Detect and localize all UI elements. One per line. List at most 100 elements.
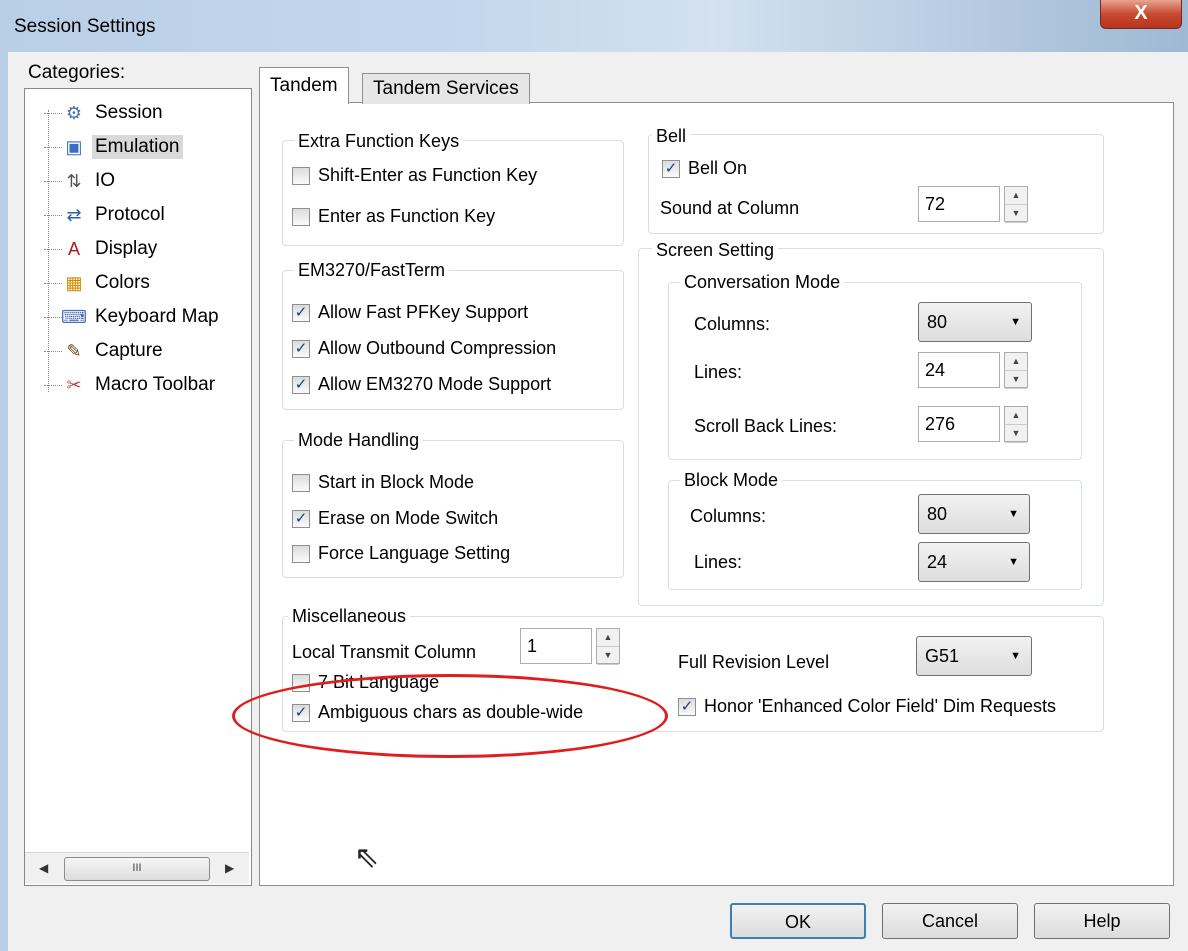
checkbox-box[interactable]: ✓ xyxy=(292,375,310,394)
checkbox-force-language[interactable]: Force Language Setting xyxy=(292,543,510,564)
checkbox-box[interactable]: ✓ xyxy=(292,509,310,528)
tree-connector-stub xyxy=(44,384,62,386)
checkbox-box[interactable]: ✓ xyxy=(292,339,310,358)
cancel-button[interactable]: Cancel xyxy=(882,903,1018,939)
group-title: EM3270/FastTerm xyxy=(294,260,450,280)
sidebar-item-label: Keyboard Map xyxy=(95,306,219,327)
scroll-right-icon[interactable]: ▶ xyxy=(225,861,234,875)
conv-lines-spinner[interactable]: ▲ ▼ xyxy=(1004,352,1028,389)
spin-down-icon[interactable]: ▼ xyxy=(597,647,619,665)
group-bell xyxy=(648,134,1104,234)
block-columns-label: Columns: xyxy=(690,506,767,526)
capture-icon: ✎ xyxy=(66,340,82,361)
sidebar-item-label: Display xyxy=(95,238,158,259)
title-bar: Session Settings X xyxy=(0,0,1188,52)
sidebar-item-display[interactable]: A Display xyxy=(44,234,160,264)
conv-lines-input[interactable]: 24 xyxy=(918,352,1000,388)
dropdown-caret-icon: ▼ xyxy=(1010,316,1021,328)
protocol-icon: ⇄ xyxy=(66,204,82,225)
sidebar-item-label: Protocol xyxy=(95,204,165,225)
tab-tandem[interactable]: Tandem xyxy=(259,67,349,104)
categories-hscrollbar[interactable]: ◀ III ▶ xyxy=(25,852,249,884)
tree-connector-stub xyxy=(44,146,62,148)
sidebar-item-label: IO xyxy=(95,170,116,191)
conv-columns-dropdown[interactable]: 80 ▼ xyxy=(918,302,1032,342)
checkbox-bell-on[interactable]: ✓ Bell On xyxy=(662,158,747,179)
sidebar-item-io[interactable]: ⇅ IO xyxy=(44,166,118,196)
local-transmit-label: Local Transmit Column xyxy=(292,642,477,662)
spin-up-icon[interactable]: ▲ xyxy=(597,629,619,647)
tab-tandem-services[interactable]: Tandem Services xyxy=(362,73,530,104)
scroll-back-lines-spinner[interactable]: ▲ ▼ xyxy=(1004,406,1028,443)
conv-lines-label: Lines: xyxy=(694,362,743,382)
checkbox-start-block-mode[interactable]: Start in Block Mode xyxy=(292,472,474,493)
sidebar-item-macro-toolbar[interactable]: ✂ Macro Toolbar xyxy=(44,370,218,400)
group-title: Bell xyxy=(652,126,691,146)
checkbox-box[interactable]: ✓ xyxy=(662,159,680,178)
checkbox-shift-enter[interactable]: Shift-Enter as Function Key xyxy=(292,165,537,186)
scroll-back-lines-label: Scroll Back Lines: xyxy=(694,416,838,436)
dropdown-caret-icon: ▼ xyxy=(1010,650,1021,662)
sidebar-item-session[interactable]: ⚙ Session xyxy=(44,98,166,128)
spin-down-icon[interactable]: ▼ xyxy=(1005,371,1027,389)
tree-connector-stub xyxy=(44,350,62,352)
display-icon: A xyxy=(67,238,80,259)
sidebar-item-label: Capture xyxy=(95,340,163,361)
checkbox-em3270-mode[interactable]: ✓ Allow EM3270 Mode Support xyxy=(292,374,551,395)
block-columns-dropdown[interactable]: 80 ▼ xyxy=(918,494,1030,534)
sidebar-item-keyboard-map[interactable]: ⌨ Keyboard Map xyxy=(44,302,222,332)
group-title: Block Mode xyxy=(680,470,783,490)
checkbox-box[interactable] xyxy=(292,473,310,492)
checkbox-box[interactable] xyxy=(292,207,310,226)
sidebar-item-colors[interactable]: ▦ Colors xyxy=(44,268,153,298)
checkbox-box[interactable]: ✓ xyxy=(292,303,310,322)
checkbox-box[interactable] xyxy=(292,166,310,185)
sound-at-column-spinner[interactable]: ▲ ▼ xyxy=(1004,186,1028,223)
close-button[interactable]: X xyxy=(1100,0,1182,29)
checkbox-outbound-compression[interactable]: ✓ Allow Outbound Compression xyxy=(292,338,556,359)
macro-toolbar-icon: ✂ xyxy=(66,374,82,395)
colors-icon: ▦ xyxy=(65,272,83,293)
mouse-cursor-icon: ⇖ xyxy=(354,841,380,874)
group-extra-function-keys xyxy=(282,140,624,246)
group-title: Conversation Mode xyxy=(680,272,845,292)
scroll-left-icon[interactable]: ◀ xyxy=(39,861,48,875)
sidebar-item-capture[interactable]: ✎ Capture xyxy=(44,336,166,366)
sidebar-item-protocol[interactable]: ⇄ Protocol xyxy=(44,200,168,230)
local-transmit-spinner[interactable]: ▲ ▼ xyxy=(596,628,620,665)
checkbox-enter[interactable]: Enter as Function Key xyxy=(292,206,495,227)
scroll-back-lines-input[interactable]: 276 xyxy=(918,406,1000,442)
checkbox-fast-pfkey[interactable]: ✓ Allow Fast PFKey Support xyxy=(292,302,528,323)
spin-up-icon[interactable]: ▲ xyxy=(1005,407,1027,425)
checkbox-box[interactable]: ✓ xyxy=(678,697,696,716)
spin-down-icon[interactable]: ▼ xyxy=(1005,205,1027,223)
tree-connector-stub xyxy=(44,112,62,114)
block-lines-dropdown[interactable]: 24 ▼ xyxy=(918,542,1030,582)
sound-at-column-input[interactable]: 72 xyxy=(918,186,1000,222)
categories-label: Categories: xyxy=(28,62,126,83)
checkbox-honor-dim-requests[interactable]: ✓ Honor 'Enhanced Color Field' Dim Reque… xyxy=(678,696,1056,717)
full-revision-dropdown[interactable]: G51 ▼ xyxy=(916,636,1032,676)
io-icon: ⇅ xyxy=(66,170,82,191)
checkbox-erase-mode-switch[interactable]: ✓ Erase on Mode Switch xyxy=(292,508,498,529)
group-title: Screen Setting xyxy=(652,240,779,260)
highlight-ellipse xyxy=(232,674,668,758)
dropdown-caret-icon: ▼ xyxy=(1008,508,1019,520)
help-button[interactable]: Help xyxy=(1034,903,1170,939)
block-lines-label: Lines: xyxy=(694,552,743,572)
spin-up-icon[interactable]: ▲ xyxy=(1005,353,1027,371)
keyboard-icon: ⌨ xyxy=(61,306,87,327)
sidebar-item-label: Emulation xyxy=(92,135,183,159)
session-icon: ⚙ xyxy=(65,102,83,123)
local-transmit-input[interactable]: 1 xyxy=(520,628,592,664)
ok-button[interactable]: OK xyxy=(730,903,866,939)
checkbox-box[interactable] xyxy=(292,544,310,563)
spin-up-icon[interactable]: ▲ xyxy=(1005,187,1027,205)
scroll-thumb[interactable]: III xyxy=(64,857,210,881)
full-revision-label: Full Revision Level xyxy=(678,652,830,672)
window-title: Session Settings xyxy=(14,16,156,37)
spin-down-icon[interactable]: ▼ xyxy=(1005,425,1027,443)
tree-connector-stub xyxy=(44,248,62,250)
sidebar-item-emulation[interactable]: ▣ Emulation xyxy=(44,132,183,162)
tree-connector-stub xyxy=(44,214,62,216)
